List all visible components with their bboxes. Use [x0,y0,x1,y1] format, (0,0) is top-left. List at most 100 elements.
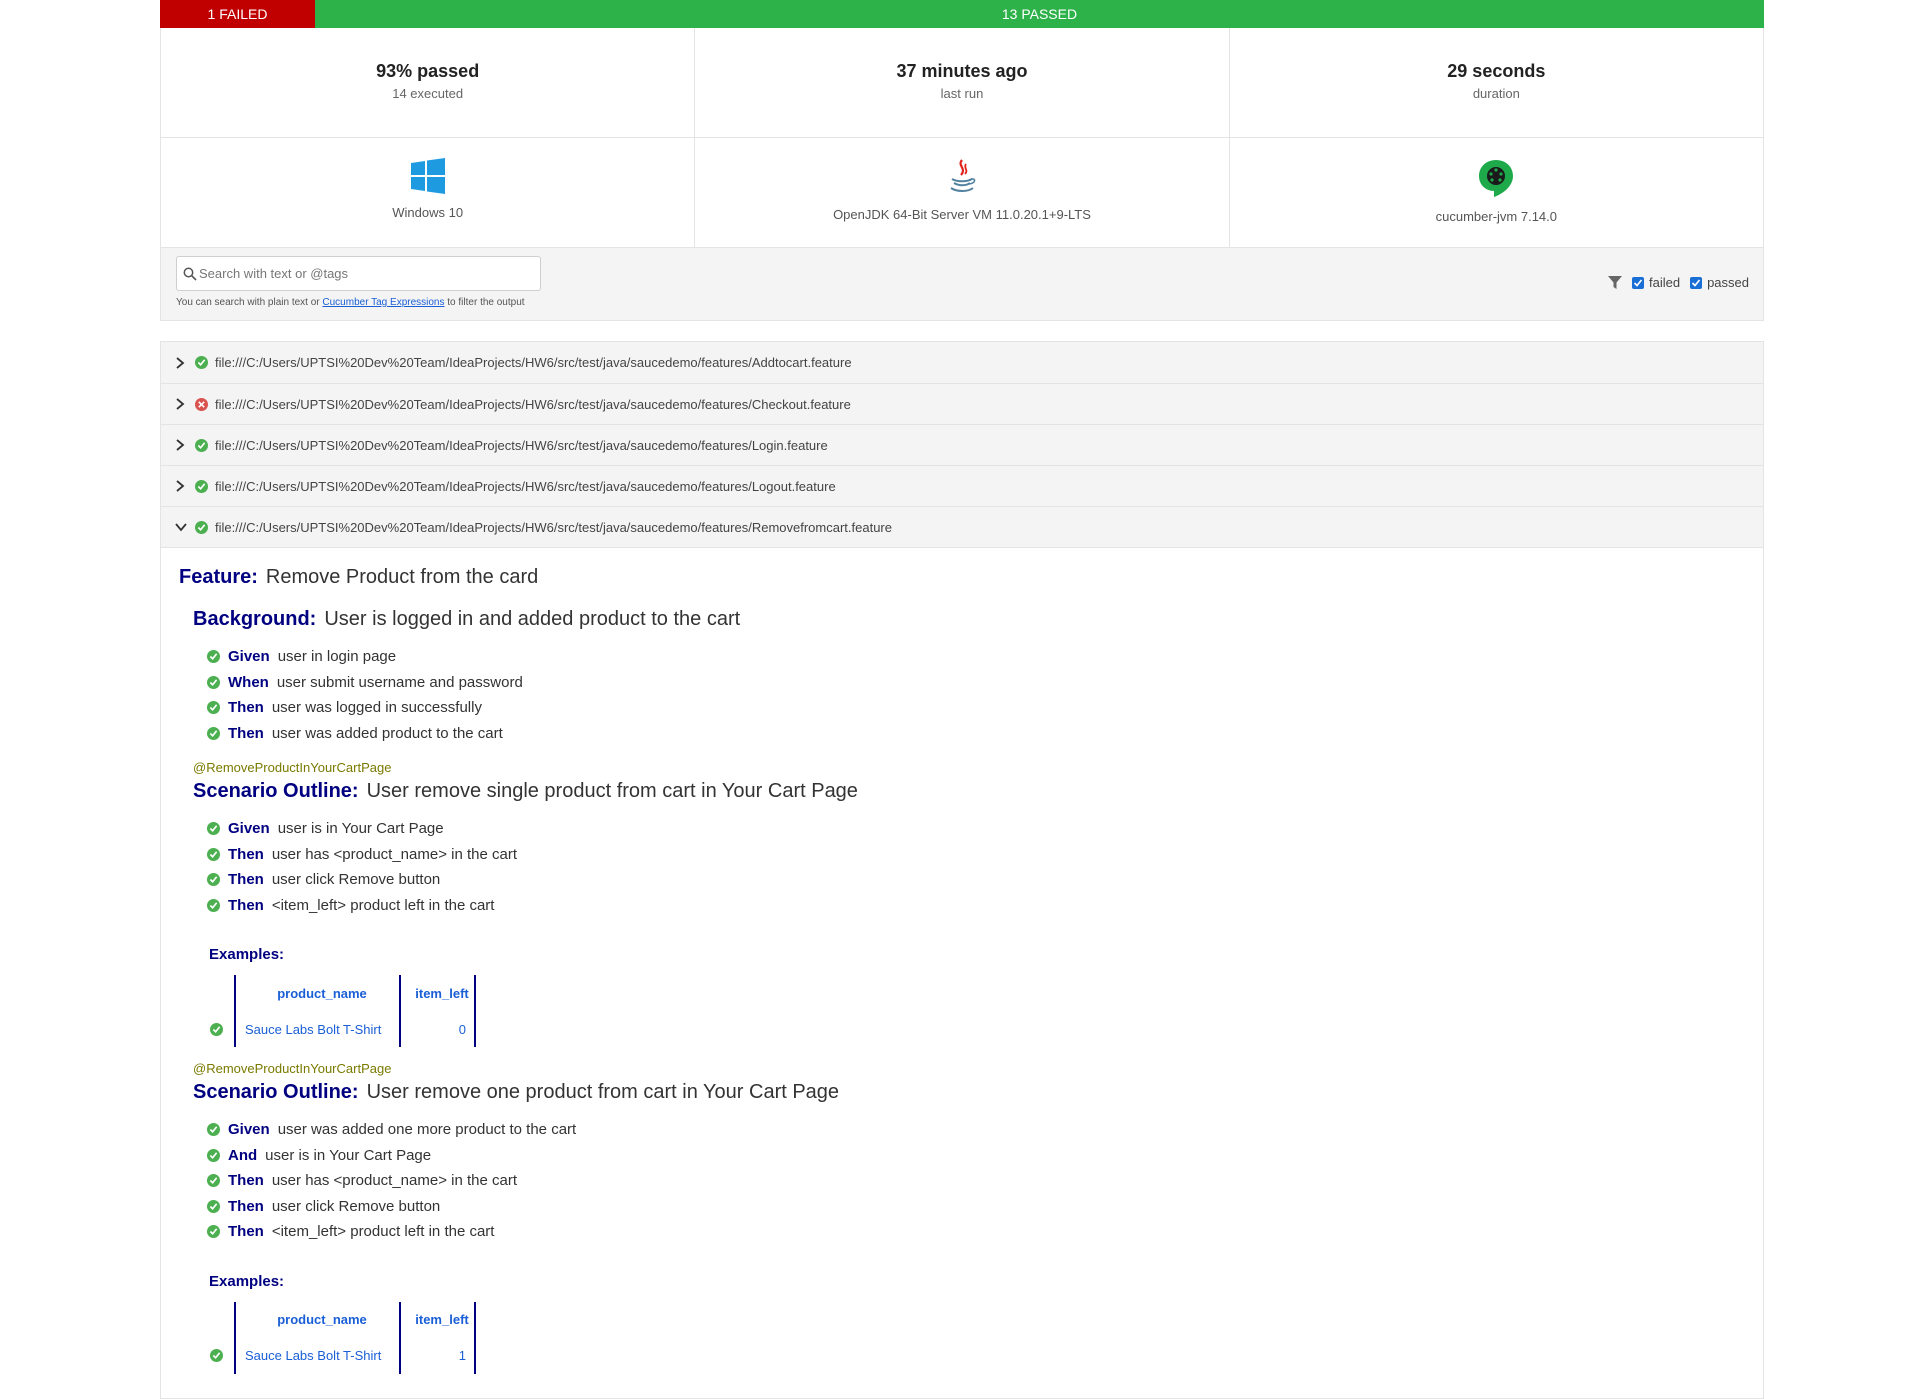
step-text: user click Remove button [271,1197,441,1215]
step-keyword: Given [228,1121,270,1139]
chevron-right-icon[interactable] [175,398,187,410]
filter-passed-label: passed [1707,275,1749,290]
column-header: item_left [415,1312,469,1327]
passed-checkbox[interactable] [1690,276,1703,289]
passed-icon [195,479,208,493]
step: Then <item_left> product left in the cart [207,893,1763,919]
feature-row-expanded[interactable]: file:///C:/Users/UPTSI%20Dev%20Team/Idea… [161,506,1763,547]
step: Then user was added product to the cart [207,721,1763,747]
chevron-down-icon[interactable] [175,522,187,532]
passed-icon [210,1349,223,1362]
filter-icon [1608,276,1622,289]
step-text: user submit username and password [276,673,523,691]
tool-cell: cucumber-jvm 7.14.0 [1228,138,1763,247]
scenario-steps: Given user was added one more product to … [207,1117,1763,1245]
scenario-heading: Scenario Outline: User remove one product… [193,1081,1763,1105]
feature-row[interactable]: file:///C:/Users/UPTSI%20Dev%20Team/Idea… [161,465,1763,506]
step-keyword: Then [228,1172,264,1190]
search-hint-prefix: You can search with plain text or [176,297,323,308]
step-keyword: Then [228,871,264,889]
feature-row[interactable]: file:///C:/Users/UPTSI%20Dev%20Team/Idea… [161,424,1763,465]
step: Then user click Remove button [207,867,1763,893]
passed-icon [207,1225,220,1239]
os-cell: Windows 10 [161,138,694,247]
passed-icon [207,873,220,887]
step: Given user is in Your Cart Page [207,816,1763,842]
feature-keyword: Feature: [179,566,258,588]
background-steps: Given user in login page When user submit … [207,644,1763,746]
feature-path: file:///C:/Users/UPTSI%20Dev%20Team/Idea… [215,396,851,412]
examples-header-row: product_name item_left [199,1301,485,1338]
jvm-cell: OpenJDK 64-Bit Server VM 11.0.20.1+9-LTS [694,138,1228,247]
step: Given user in login page [207,644,1763,670]
passed-icon [207,726,220,740]
scenario-heading: Scenario Outline: User remove single prod… [193,780,1763,804]
step-keyword: Then [228,1223,264,1241]
filter-failed[interactable]: failed [1632,275,1680,290]
chevron-right-icon[interactable] [175,356,187,369]
step-keyword: Given [228,820,270,838]
step: Then user click Remove button [207,1194,1763,1220]
last-run-cell: 37 minutes ago last run [694,28,1228,137]
passed-icon [195,356,208,369]
windows-icon [410,158,445,194]
step: Then <item_left> product left in the cart [207,1219,1763,1245]
examples-row: Sauce Labs Bolt T-Shirt 1 [199,1337,485,1374]
step-text: user was added one more product to the c… [277,1121,577,1139]
feature-row[interactable]: file:///C:/Users/UPTSI%20Dev%20Team/Idea… [161,383,1763,424]
cucumber-icon [1479,160,1514,197]
passed-icon [207,675,220,689]
step-text: user was logged in successfully [271,699,482,717]
duration-cell: 29 seconds duration [1228,28,1763,137]
feature-path: file:///C:/Users/UPTSI%20Dev%20Team/Idea… [215,519,892,535]
step-keyword: Then [228,896,264,914]
passed-icon [195,438,208,452]
search-hint-suffix: to filter the output [444,297,525,308]
step: Then user was logged in successfully [207,695,1763,721]
passed-icon [207,898,220,912]
java-icon [950,159,976,192]
passed-icon [207,1199,220,1213]
passed-count: 13 PASSED [315,0,1764,28]
step-keyword: When [228,673,269,691]
filter-failed-label: failed [1649,275,1681,290]
duration-value: 29 seconds [1447,61,1546,81]
filter-passed[interactable]: passed [1690,275,1749,290]
status-bar: 1 FAILED 13 PASSED [160,0,1764,28]
search-placeholder: Search with text or @tags [199,266,349,281]
jvm-label: OpenJDK 64-Bit Server VM 11.0.20.1+9-LTS [833,207,1091,222]
example-cell: 1 [458,1348,466,1363]
feature-row[interactable]: file:///C:/Users/UPTSI%20Dev%20Team/Idea… [161,342,1763,383]
examples-table: product_name item_left Sauce Labs Bolt T… [199,975,485,1047]
step-keyword: Then [228,699,264,717]
example-cell: 0 [458,1021,466,1037]
step-text: user in login page [277,648,397,666]
search-input[interactable]: Search with text or @tags [176,256,541,291]
executed-count: 14 executed [392,86,464,101]
step-text: user has <product_name> in the cart [271,1172,517,1190]
tool-label: cucumber-jvm 7.14.0 [1435,209,1558,224]
column-header: product_name [277,1312,367,1327]
feature-heading: Feature: Remove Product from the card [179,566,1763,590]
tag-expressions-link[interactable]: Cucumber Tag Expressions [322,297,444,308]
scenario-keyword: Scenario Outline: [193,1081,359,1103]
failed-icon [195,397,208,411]
passed-icon [207,847,220,861]
passed-icon [195,520,208,534]
chevron-right-icon[interactable] [175,439,187,451]
scenario-tag: @RemoveProductInYourCartPage [193,1061,392,1076]
step-text: <item_left> product left in the cart [271,896,495,914]
scenario-steps: Given user is in Your Cart Page Then user … [207,816,1763,918]
step-text: <item_left> product left in the cart [271,1223,495,1241]
passed-icon [210,1022,223,1036]
summary-grid: 93% passed 14 executed 37 minutes ago la… [160,28,1764,248]
background-keyword: Background: [193,608,317,630]
feature-list: file:///C:/Users/UPTSI%20Dev%20Team/Idea… [160,341,1764,1399]
column-header: item_left [415,985,469,1001]
step: Then user has <product_name> in the cart [207,1168,1763,1194]
failed-checkbox[interactable] [1632,276,1644,289]
feature-path: file:///C:/Users/UPTSI%20Dev%20Team/Idea… [215,355,852,370]
column-header: product_name [277,985,367,1001]
chevron-right-icon[interactable] [175,480,187,492]
step-text: user click Remove button [271,871,441,889]
